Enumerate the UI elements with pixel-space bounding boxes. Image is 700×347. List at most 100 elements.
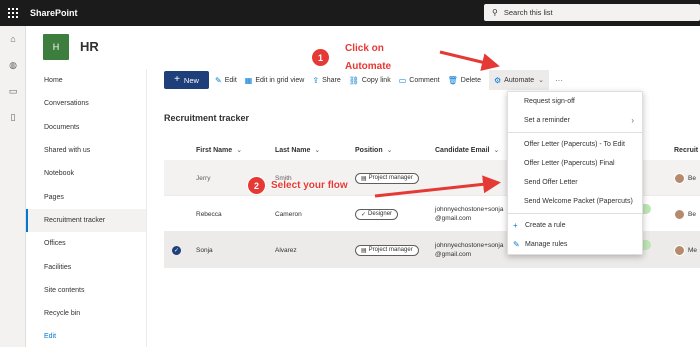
step-1-arrow	[439, 50, 500, 71]
plus-icon: +	[174, 74, 180, 85]
position-cell: ✓ Designer	[355, 196, 399, 232]
document-icon[interactable]: ▯	[0, 104, 26, 130]
email-cell: johnnyechostone+sonja @gmail.com	[435, 196, 504, 232]
copy-link-button[interactable]: ⛓ Copy link	[349, 70, 391, 90]
email-line-1: johnnyechostone+sonja	[435, 242, 504, 249]
more-commands-button[interactable]: ···	[555, 70, 563, 90]
share-label: Share	[322, 76, 341, 84]
delete-button[interactable]: 🗑 Delete	[448, 70, 481, 90]
menu-item-create-rule[interactable]: + Create a rule	[508, 216, 642, 235]
column-header-last-name[interactable]: Last Name ⌄	[275, 139, 320, 161]
nav-item-facilities[interactable]: Facilities	[26, 255, 146, 278]
new-button[interactable]: + New	[164, 71, 209, 89]
position-pill[interactable]: ▤ Project manager	[355, 172, 419, 184]
comment-icon: ▭	[398, 75, 407, 85]
first-name-cell: Rebecca	[196, 210, 222, 218]
calendar-icon: ▤	[361, 175, 367, 182]
position-header-label: Position	[355, 146, 383, 154]
nav-item-pages[interactable]: Pages	[26, 185, 146, 208]
menu-item-offer-letter-final[interactable]: Offer Letter (Papercuts) Final	[508, 154, 642, 173]
list-title: Recruitment tracker	[164, 113, 250, 123]
column-header-position[interactable]: Position ⌄	[355, 139, 393, 161]
column-header-candidate-email[interactable]: Candidate Email ⌄	[435, 139, 499, 161]
column-header-first-name[interactable]: First Name ⌄	[196, 139, 242, 161]
menu-divider	[508, 132, 642, 133]
command-bar: + New ✎ Edit ▦ Edit in grid view ⇪ Share…	[164, 70, 571, 90]
menu-item-offer-letter-to-edit[interactable]: Offer Letter (Papercuts) - To Edit	[508, 135, 642, 154]
edit-label: Edit	[224, 76, 237, 84]
delete-label: Delete	[460, 76, 481, 84]
calendar-icon: ▤	[361, 247, 367, 254]
nav-item-conversations[interactable]: Conversations	[26, 92, 146, 115]
brand-name[interactable]: SharePoint	[30, 8, 78, 18]
avatar[interactable]	[674, 208, 685, 220]
chevron-down-icon: ⌄	[386, 147, 393, 154]
step-1-label-line-1: Click on	[345, 43, 384, 54]
recruiter-name: Me	[688, 246, 698, 254]
search-icon: ⚲	[492, 8, 498, 17]
position-cell: ▤ Project manager	[355, 232, 419, 268]
avatar[interactable]	[674, 244, 685, 256]
site-logo[interactable]: H	[43, 34, 69, 60]
search-placeholder: Search this list	[503, 8, 553, 17]
edit-grid-label: Edit in grid view	[255, 76, 305, 84]
edit-button[interactable]: ✎ Edit	[215, 70, 237, 90]
nav-item-offices[interactable]: Offices	[26, 232, 146, 255]
automate-label: Automate	[504, 76, 535, 84]
first-name-cell: Jerry	[196, 174, 211, 182]
app-launcher-icon[interactable]	[0, 0, 26, 26]
comment-button[interactable]: ▭ Comment	[399, 70, 440, 90]
nav-item-site-contents[interactable]: Site contents	[26, 279, 146, 302]
menu-item-send-offer-letter[interactable]: Send Offer Letter	[508, 173, 642, 192]
nav-edit-link[interactable]: Edit	[26, 325, 146, 347]
search-input[interactable]: ⚲ Search this list	[484, 4, 700, 21]
column-header-recruiter[interactable]: Recruit	[674, 139, 698, 161]
nav-item-documents[interactable]: Documents	[26, 116, 146, 139]
left-navigation: Home Conversations Documents Shared with…	[26, 69, 146, 347]
automate-button[interactable]: ⚙ Automate ⌄	[489, 70, 550, 90]
news-icon[interactable]: ▭	[0, 78, 26, 104]
share-button[interactable]: ⇪ Share	[312, 70, 340, 90]
menu-item-request-signoff[interactable]: Request sign-off	[508, 92, 642, 111]
nav-item-shared-with-us[interactable]: Shared with us	[26, 139, 146, 162]
step-2-badge: 2	[248, 177, 265, 194]
first-name-cell: Sonja	[196, 246, 213, 254]
nav-divider	[146, 69, 147, 347]
menu-divider	[508, 213, 642, 214]
last-name-cell: Cameron	[275, 210, 302, 218]
flow-icon: ⚙	[494, 75, 502, 85]
nav-item-recruitment-tracker[interactable]: Recruitment tracker	[26, 208, 146, 233]
menu-item-manage-rules[interactable]: ✎ Manage rules	[508, 235, 642, 254]
email-line-1: johnnyechostone+sonja	[435, 206, 504, 213]
position-cell: ▤ Project manager	[355, 160, 419, 196]
menu-item-set-reminder[interactable]: Set a reminder ›	[508, 111, 642, 130]
nav-item-notebook[interactable]: Notebook	[26, 162, 146, 185]
email-line-2: @gmail.com	[435, 215, 472, 222]
chevron-down-icon: ⌄	[236, 147, 243, 154]
chevron-right-icon: ›	[631, 116, 634, 125]
position-pill[interactable]: ✓ Designer	[355, 208, 399, 220]
email-cell: johnnyechostone+sonja @gmail.com	[435, 232, 504, 268]
site-title[interactable]: HR	[80, 39, 99, 54]
globe-icon[interactable]: ◍	[0, 52, 26, 78]
row-select-checkbox[interactable]: ✓	[172, 232, 181, 268]
plus-icon: +	[513, 221, 518, 230]
check-icon: ✓	[361, 211, 367, 218]
automate-menu: Request sign-off Set a reminder › Offer …	[507, 91, 643, 255]
menu-item-send-welcome-packet[interactable]: Send Welcome Packet (Papercuts)	[508, 192, 642, 211]
avatar[interactable]	[674, 172, 685, 184]
check-icon: ✓	[172, 245, 181, 255]
edit-grid-view-button[interactable]: ▦ Edit in grid view	[245, 70, 305, 90]
nav-item-recycle-bin[interactable]: Recycle bin	[26, 302, 146, 325]
nav-item-home[interactable]: Home	[26, 69, 146, 92]
home-icon[interactable]: ⌂	[0, 26, 26, 52]
recruiter-name: Be	[688, 210, 696, 218]
step-2-label: Select your flow	[271, 180, 348, 191]
position-pill[interactable]: ▤ Project manager	[355, 244, 419, 256]
copy-link-label: Copy link	[361, 76, 391, 84]
chevron-down-icon: ⌄	[314, 147, 321, 154]
email-line-2: @gmail.com	[435, 251, 472, 258]
first-name-header-label: First Name	[196, 146, 233, 154]
last-name-cell: Alvarez	[275, 246, 297, 254]
candidate-email-header-label: Candidate Email	[435, 146, 490, 154]
